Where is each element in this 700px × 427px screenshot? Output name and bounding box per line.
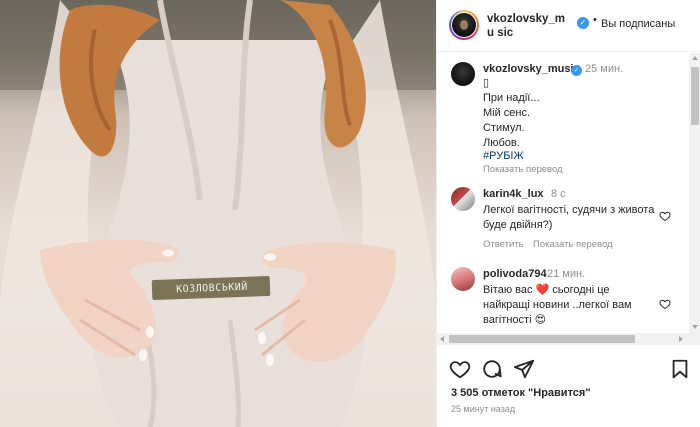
comments-vertical-scrollbar[interactable] [689, 53, 700, 333]
horizontal-scrollbar[interactable] [437, 333, 700, 345]
caption-username[interactable]: vkozlovsky_music [483, 62, 580, 77]
following-status-button[interactable]: Вы подписаны [601, 18, 675, 30]
heart-icon[interactable] [449, 358, 471, 380]
author-username[interactable]: vkozlovsky_mu sic [487, 12, 571, 40]
bookmark-icon[interactable] [669, 358, 691, 380]
verified-badge-icon: ✓ [571, 65, 582, 76]
like-comment-heart-icon[interactable] [659, 298, 671, 310]
caption-author-avatar[interactable] [451, 62, 475, 86]
comment-time: 21 мин. [547, 268, 586, 280]
reply-button[interactable]: Ответить [483, 237, 524, 252]
verified-badge-icon: ✓ [577, 17, 589, 29]
photo-illustration [0, 0, 436, 427]
caption-line: Мій сенс. [483, 107, 531, 119]
caption-line: Стимул. [483, 122, 525, 134]
comment-text: найкращі новини ..легкої вам [483, 299, 632, 311]
commenter-avatar[interactable] [451, 187, 475, 211]
likes-count[interactable]: 3 505 отметок "Нравится" [451, 387, 591, 399]
post-header: vkozlovsky_mu sic ✓ • Вы подписаны [437, 0, 700, 52]
comment-text: вагітності 😍 [483, 314, 547, 326]
author-avatar[interactable] [449, 10, 479, 40]
post-action-bar [437, 352, 700, 384]
commenter-avatar[interactable] [451, 267, 475, 291]
separator: • [593, 14, 597, 26]
paper-plane-icon[interactable] [513, 358, 535, 380]
scroll-down-arrow-icon[interactable] [692, 325, 698, 329]
scroll-thumb[interactable] [449, 335, 635, 343]
comment-text: буде двійня?) [483, 219, 553, 231]
caption-icon: ▯ [483, 77, 490, 89]
comment-username[interactable]: karin4k_lux [483, 187, 544, 202]
like-comment-heart-icon[interactable] [659, 210, 671, 222]
scroll-up-arrow-icon[interactable] [692, 56, 698, 60]
caption-line: При надії... [483, 92, 540, 104]
caption-translate-link[interactable]: Показать перевод [483, 162, 563, 177]
comment-icon[interactable] [481, 358, 503, 380]
post-side-panel: vkozlovsky_mu sic ✓ • Вы подписаны vkozl… [436, 0, 700, 427]
comment-text: Легкої вагітності, судячи з живота [483, 204, 655, 216]
comment-time: 8 с [551, 188, 566, 200]
comments-list[interactable]: vkozlovsky_music ✓ 25 мин. ▯ При надії..… [437, 53, 689, 333]
scroll-thumb[interactable] [691, 67, 699, 125]
caption-time: 25 мин. [585, 63, 624, 75]
post-photo[interactable]: КОЗЛОВСЬКИЙ [0, 0, 436, 427]
comment-username[interactable]: polivoda794 [483, 267, 547, 282]
translate-link[interactable]: Показать перевод [533, 237, 613, 252]
comment-text: Вітаю вас ❤️ сьогодні це [483, 284, 610, 296]
posted-time: 25 минут назад [451, 404, 516, 414]
scroll-right-arrow-icon[interactable] [679, 336, 683, 342]
scroll-left-arrow-icon[interactable] [440, 336, 444, 342]
